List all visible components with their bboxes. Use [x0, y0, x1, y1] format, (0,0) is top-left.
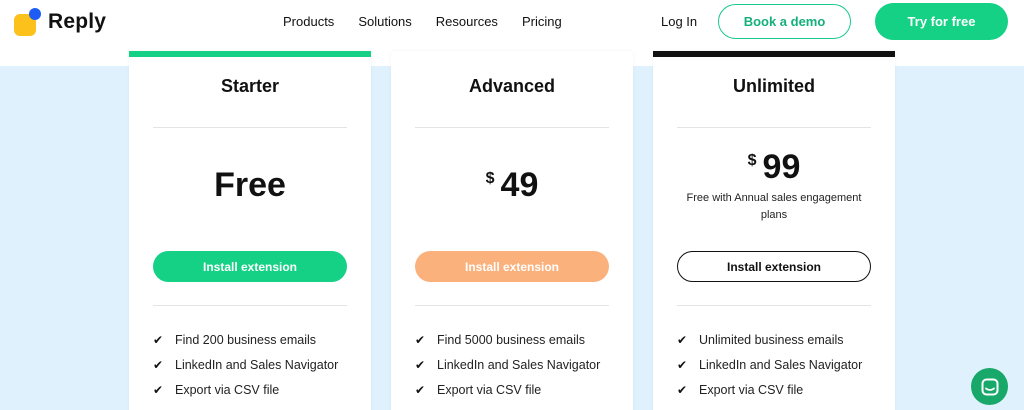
feature-list: ✔ Find 200 business emails ✔ LinkedIn and …: [153, 327, 353, 402]
divider: [415, 127, 609, 128]
list-item: ✔ Find 5000 business emails: [415, 332, 585, 347]
plan-note: Free with Annual sales engagement plans: [686, 192, 862, 221]
plan-name: Starter: [220, 76, 280, 96]
check-icon: ✔: [153, 382, 164, 397]
card-accent-bar: [653, 51, 895, 57]
plan-price: $99: [747, 148, 801, 186]
check-icon: ✔: [415, 357, 426, 372]
divider: [677, 127, 871, 128]
plan-name: Advanced: [468, 76, 556, 96]
list-item: ✔ Export via CSV file: [677, 382, 804, 397]
main-nav: Products Solutions Resources Pricing: [283, 14, 586, 29]
install-extension-button[interactable]: Install extension: [415, 251, 609, 282]
reply-logo-icon: [14, 8, 42, 36]
brand-logo[interactable]: Reply: [14, 8, 106, 36]
install-extension-button[interactable]: Install extension: [677, 251, 871, 282]
list-item: ✔ LinkedIn and Sales Navigator: [677, 357, 863, 372]
feature-list: ✔ Unlimited business emails ✔ LinkedIn and…: [677, 327, 877, 402]
divider: [677, 305, 871, 306]
nav-solutions[interactable]: Solutions: [358, 14, 411, 29]
login-link[interactable]: Log In: [661, 14, 697, 29]
site-header: Reply Products Solutions Resources Prici…: [0, 0, 1024, 44]
check-icon: ✔: [677, 332, 688, 347]
chat-launcher-button[interactable]: [971, 368, 1008, 405]
list-item: ✔ Unlimited business emails: [677, 332, 844, 347]
check-icon: ✔: [677, 382, 688, 397]
install-extension-button[interactable]: Install extension: [153, 251, 347, 282]
list-item: ✔ LinkedIn and Sales Navigator: [153, 357, 339, 372]
plan-card-starter: Starter Free Install extension ✔ Find 200…: [129, 51, 371, 410]
try-free-button[interactable]: Try for free: [875, 3, 1008, 40]
list-item: ✔ Export via CSV file: [153, 382, 280, 397]
check-icon: ✔: [415, 332, 426, 347]
plan-price: $49: [485, 166, 539, 204]
nav-products[interactable]: Products: [283, 14, 334, 29]
list-item: ✔ Find 200 business emails: [153, 332, 317, 347]
plan-card-advanced: Advanced $49 Install extension ✔ Find 500…: [391, 51, 633, 410]
feature-list: ✔ Find 5000 business emails ✔ LinkedIn and…: [415, 327, 615, 402]
divider: [153, 305, 347, 306]
plan-price: Free: [214, 166, 286, 204]
book-demo-button[interactable]: Book a demo: [718, 4, 851, 39]
check-icon: ✔: [153, 332, 164, 347]
plan-card-unlimited: Unlimited $99 Free with Annual sales eng…: [653, 51, 895, 410]
divider: [153, 127, 347, 128]
card-accent-bar: [129, 51, 371, 57]
brand-name: Reply: [48, 10, 107, 33]
list-item: ✔ LinkedIn and Sales Navigator: [415, 357, 601, 372]
check-icon: ✔: [153, 357, 164, 372]
plan-name: Unlimited: [732, 76, 815, 96]
nav-resources[interactable]: Resources: [436, 14, 498, 29]
nav-pricing[interactable]: Pricing: [522, 14, 562, 29]
check-icon: ✔: [415, 382, 426, 397]
chat-icon: [981, 378, 998, 395]
divider: [415, 305, 609, 306]
list-item: ✔ Export via CSV file: [415, 382, 542, 397]
check-icon: ✔: [677, 357, 688, 372]
